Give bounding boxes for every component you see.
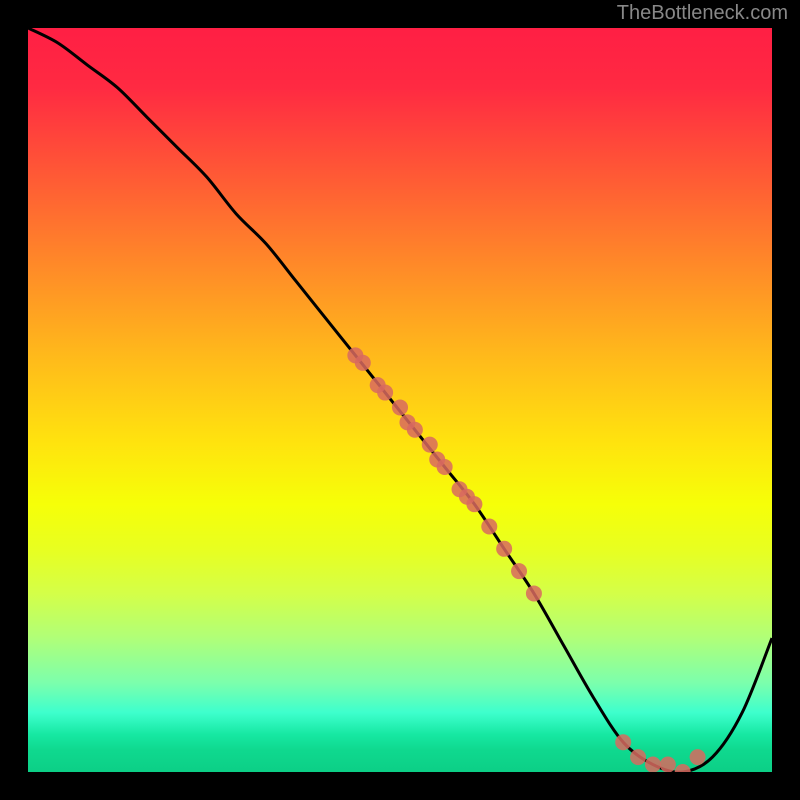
chart-svg bbox=[28, 28, 772, 772]
data-point bbox=[466, 496, 482, 512]
data-point bbox=[690, 749, 706, 765]
data-point bbox=[355, 355, 371, 371]
data-point bbox=[675, 764, 691, 772]
data-point bbox=[392, 399, 408, 415]
data-point bbox=[377, 385, 393, 401]
plot-area bbox=[28, 28, 772, 772]
data-point bbox=[407, 422, 423, 438]
data-point bbox=[630, 749, 646, 765]
data-point bbox=[481, 518, 497, 534]
data-point bbox=[645, 757, 661, 772]
data-points-group bbox=[347, 347, 705, 772]
data-point bbox=[660, 757, 676, 772]
data-point bbox=[437, 459, 453, 475]
data-point bbox=[615, 734, 631, 750]
watermark-text: TheBottleneck.com bbox=[617, 2, 788, 25]
data-point bbox=[496, 541, 512, 557]
data-point bbox=[511, 563, 527, 579]
data-point bbox=[526, 585, 542, 601]
data-point bbox=[422, 437, 438, 453]
chart-container: TheBottleneck.com bbox=[0, 0, 800, 800]
